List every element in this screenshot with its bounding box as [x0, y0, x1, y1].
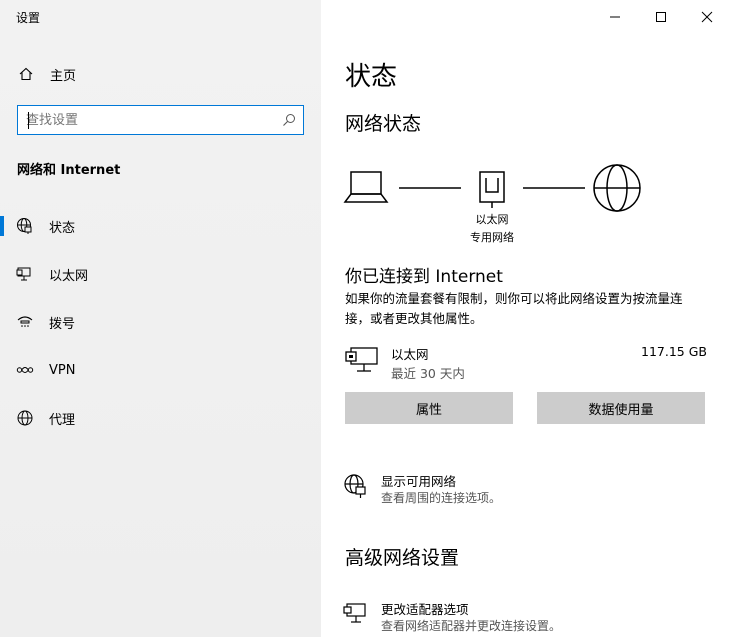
ethernet-connection-icon [345, 346, 379, 374]
nav-list: 状态 以太网 拨号 VPN 代理 [0, 202, 321, 442]
adapter-options-title: 更改适配器选项 [381, 602, 469, 617]
minimize-icon [610, 16, 620, 18]
sidebar-item-proxy[interactable]: 代理 [0, 394, 321, 442]
maximize-button[interactable] [638, 0, 684, 34]
data-usage-button[interactable]: 数据使用量 [537, 392, 705, 424]
active-indicator [0, 216, 4, 236]
network-adapter-icon [343, 601, 369, 627]
close-button[interactable] [684, 0, 730, 34]
sidebar-home[interactable]: 主页 [18, 64, 76, 84]
connection-row: 以太网 最近 30 天内 117.15 GB [345, 340, 707, 381]
ethernet-port-icon [479, 171, 505, 208]
network-diagram: 以太网 专用网络 [343, 160, 643, 250]
sidebar-item-status[interactable]: 状态 [0, 202, 321, 250]
sidebar-item-dialup[interactable]: 拨号 [0, 298, 321, 346]
page-title: 状态 [345, 62, 398, 92]
sidebar-item-vpn[interactable]: VPN [0, 346, 321, 394]
sidebar: 设置 主页 网络和 Internet [0, 0, 321, 637]
close-icon [701, 11, 713, 23]
vpn-icon [16, 361, 34, 379]
laptop-icon [343, 171, 389, 203]
sidebar-item-label: 以太网 [49, 268, 89, 284]
connection-name: 以太网 [391, 347, 429, 362]
main-content: 状态 网络状态 以太网 专用网络 你已连接到 Internet 如果你的流量套餐… [321, 0, 730, 637]
sidebar-item-label: 状态 [49, 220, 76, 236]
search-box[interactable] [17, 105, 304, 135]
connection-period: 最近 30 天内 [391, 366, 465, 381]
adapter-options-link[interactable]: 更改适配器选项 查看网络适配器并更改连接设置。 [343, 599, 723, 637]
globe-icon [16, 409, 34, 427]
sidebar-item-ethernet[interactable]: 以太网 [0, 250, 321, 298]
settings-window: 设置 主页 网络和 Internet [0, 0, 730, 637]
sidebar-item-label: VPN [49, 362, 76, 378]
maximize-icon [656, 12, 666, 22]
minimize-button[interactable] [592, 0, 638, 34]
search-icon[interactable] [275, 106, 303, 134]
search-input[interactable] [18, 106, 275, 134]
connected-title: 你已连接到 Internet [345, 267, 503, 287]
dialup-icon [16, 313, 34, 331]
text-caret [28, 112, 29, 129]
connected-description: 如果你的流量套餐有限制，则你可以将此网络设置为按流量连接，或者更改其他属性。 [345, 291, 683, 326]
globe-network-icon [343, 473, 369, 499]
sidebar-item-label: 拨号 [49, 316, 76, 332]
home-icon [18, 66, 34, 82]
adapter-label: 以太网 [475, 213, 509, 226]
properties-button[interactable]: 属性 [345, 392, 513, 424]
internet-globe-icon [593, 164, 641, 212]
adapter-options-subtitle: 查看网络适配器并更改连接设置。 [381, 619, 562, 633]
app-title: 设置 [16, 11, 41, 25]
home-label: 主页 [50, 68, 77, 84]
show-networks-subtitle: 查看周围的连接选项。 [381, 491, 502, 505]
connection-usage: 117.15 GB [641, 344, 707, 359]
section-heading: 网络和 Internet [17, 163, 121, 178]
show-networks-link[interactable]: 显示可用网络 查看周围的连接选项。 [343, 471, 723, 511]
globe-network-icon [16, 217, 34, 235]
show-networks-title: 显示可用网络 [381, 474, 457, 489]
window-controls [592, 0, 730, 34]
sidebar-item-label: 代理 [49, 412, 76, 428]
ethernet-icon [16, 265, 34, 283]
network-status-title: 网络状态 [345, 113, 422, 135]
network-type-label: 专用网络 [470, 231, 514, 244]
advanced-settings-title: 高级网络设置 [345, 547, 460, 569]
